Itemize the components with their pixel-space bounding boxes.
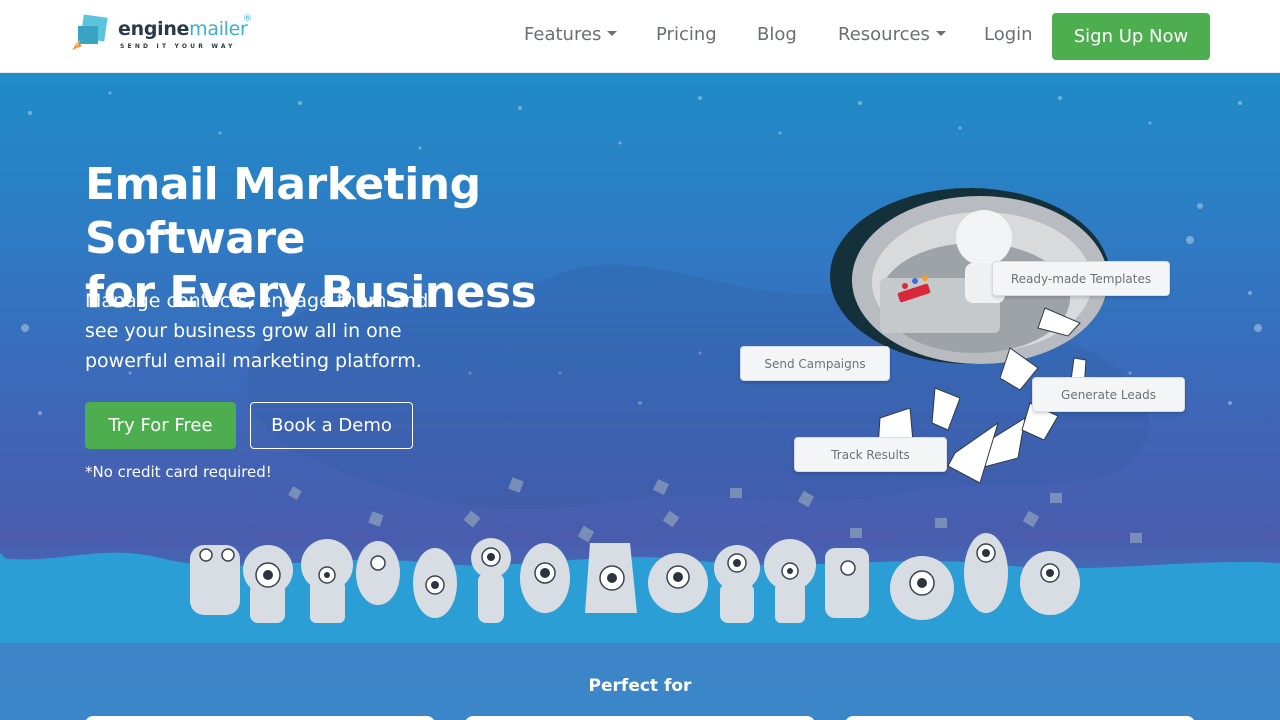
nav-item-blog[interactable]: Blog	[757, 24, 797, 45]
nav-item-features[interactable]: Features	[524, 24, 618, 45]
monsters-illustration	[0, 477, 1280, 643]
perfect-for-heading: Perfect for	[588, 676, 692, 696]
label-ready-made-templates: Ready-made Templates	[992, 261, 1170, 296]
label-track-results: Track Results	[794, 437, 947, 472]
audience-card[interactable]	[85, 716, 435, 720]
logo-mark-icon	[72, 14, 108, 50]
sign-up-button[interactable]: Sign Up Now	[1052, 13, 1210, 60]
nav-item-login[interactable]: Login	[984, 24, 1033, 45]
hero-section: Email Marketing Software for Every Busin…	[0, 73, 1280, 720]
top-navbar: enginemailer ® SEND IT YOUR WAY Features…	[0, 0, 1280, 73]
registered-mark: ®	[243, 14, 252, 24]
brand-tagline: SEND IT YOUR WAY	[120, 43, 236, 50]
brand-name: enginemailer	[118, 18, 248, 40]
book-demo-button[interactable]: Book a Demo	[250, 402, 413, 449]
hero-subtitle: Manage contacts, engage them and see you…	[85, 290, 429, 372]
brand-logo[interactable]: enginemailer ® SEND IT YOUR WAY	[70, 14, 260, 58]
nav-item-pricing[interactable]: Pricing	[656, 24, 717, 45]
chevron-down-icon	[607, 30, 618, 36]
try-for-free-button[interactable]: Try For Free	[85, 402, 236, 449]
spaceship-illustration	[830, 188, 1110, 484]
nav-item-resources[interactable]: Resources	[838, 24, 946, 45]
chevron-down-icon	[935, 30, 946, 36]
audience-card[interactable]	[465, 716, 815, 720]
label-send-campaigns: Send Campaigns	[740, 346, 890, 381]
label-generate-leads: Generate Leads	[1032, 377, 1185, 412]
audience-card[interactable]	[845, 716, 1195, 720]
hero-illustration: Ready-made Templates Send Campaigns Gene…	[700, 168, 1220, 498]
